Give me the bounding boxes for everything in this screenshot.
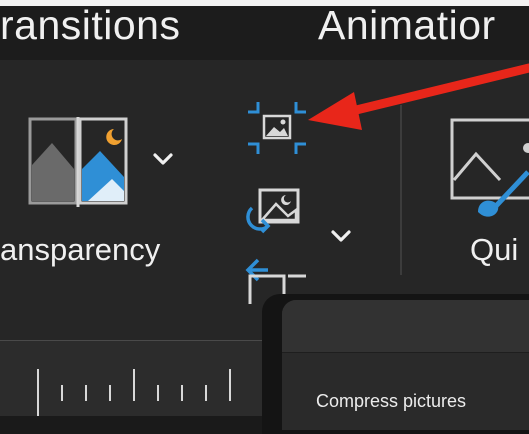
crop-picture-icon[interactable]: [246, 100, 308, 156]
chevron-down-icon[interactable]: [152, 152, 174, 168]
dialog-titlebar: [282, 300, 529, 353]
transparency-label: ansparency: [0, 232, 161, 267]
tab-transitions[interactable]: ransitions: [0, 2, 180, 49]
chevron-down-icon[interactable]: [330, 229, 352, 245]
transparency-icon[interactable]: [28, 117, 132, 207]
quick-styles-label: Qui: [470, 232, 519, 267]
change-picture-icon[interactable]: [246, 186, 308, 238]
red-arrow-icon: [308, 63, 529, 130]
dialog-heading: Compress pictures: [316, 391, 467, 411]
ruler-ticks: [37, 369, 231, 416]
